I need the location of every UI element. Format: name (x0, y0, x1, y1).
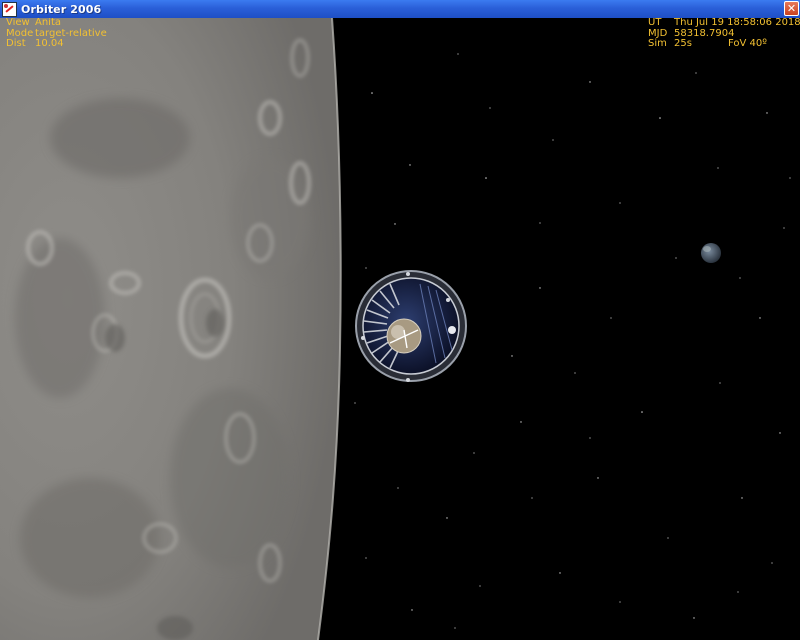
hud-mjd-value: 58318.7904 (674, 27, 735, 39)
hud-mode-value: target-relative (35, 27, 107, 39)
hud-view-info: View Anita Mode target-relative Dist 10.04 (6, 18, 107, 50)
hud-ut-label: UT (648, 18, 662, 28)
orbiter-app-icon[interactable] (2, 1, 17, 17)
hud-dist-value: 10.04 (35, 38, 64, 49)
hud-fov-label: FoV (727, 38, 747, 49)
space-scene (0, 18, 791, 640)
window-title: Orbiter 2006 (21, 2, 102, 16)
hud-time-info: UT Thu Jul 19 18:58:06 2018 MJD 58318.7904… (648, 18, 800, 50)
hud-sim-value: 25s (674, 38, 692, 49)
moon-surface (0, 18, 342, 640)
hud-fov-value: 40º (749, 38, 767, 49)
earth-globe (701, 243, 721, 263)
hud-view-value: Anita (35, 18, 62, 28)
hud-dist-row: Dist 10.04 (6, 38, 107, 50)
hud-ut-value: Thu Jul 19 18:58:06 2018 (674, 18, 800, 28)
hud-dist-label: Dist (6, 38, 26, 49)
spacecraft (355, 270, 467, 382)
render-viewport[interactable]: View Anita Mode target-relative Dist 10.04 … (0, 18, 800, 640)
hud-view-label: View (6, 18, 30, 28)
hud-sim-label: Sim (648, 38, 667, 49)
hud-mjd-row: MJD 58318.7904 (648, 27, 800, 40)
window-titlebar[interactable]: Orbiter 2006 ✕ (0, 0, 800, 19)
close-button[interactable]: ✕ (784, 1, 799, 16)
hud-sim-row: Sim 25s FoV 40º (648, 38, 800, 50)
